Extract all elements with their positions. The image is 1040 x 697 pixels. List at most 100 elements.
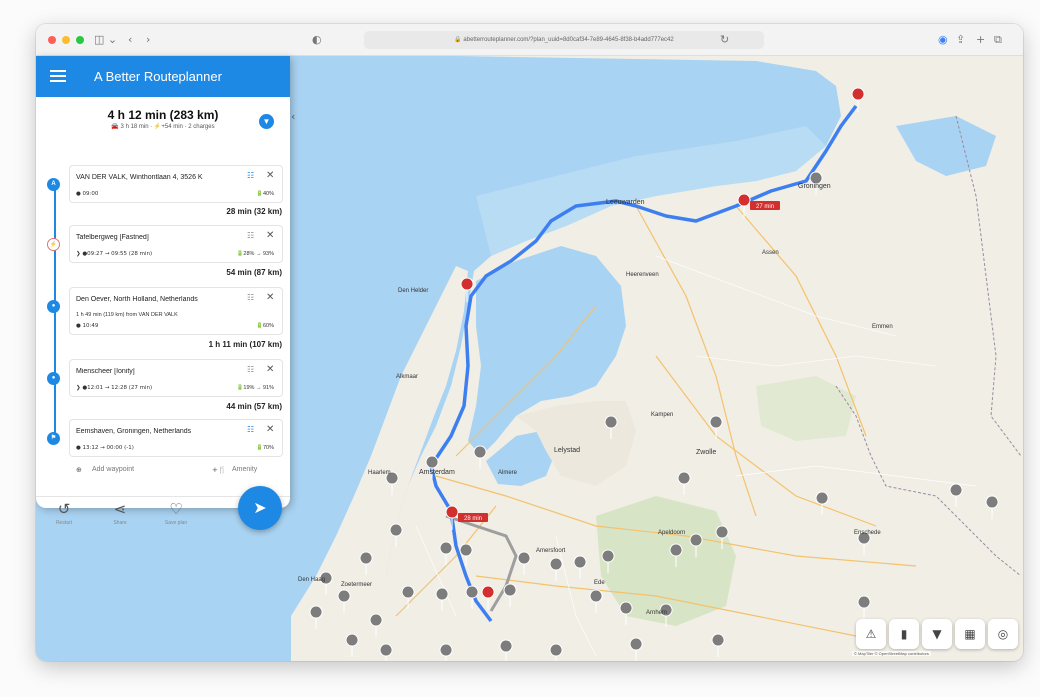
waypoint-name: Tafelbergweg [Fastned] [76,234,149,241]
minimize-window-button[interactable] [62,36,70,44]
reload-icon[interactable]: ↻ [720,31,729,49]
label-apeldoorn: Apeldoorn [658,530,685,536]
waypoint-name: Den Oever, North Holland, Netherlands [76,296,198,303]
waypoint-name: Mienscheer [Ionity] [76,368,135,375]
waypoint-time: ● 09:00 [76,191,99,197]
waypoint-marker: ● [47,372,60,385]
waypoint-card[interactable]: Den Oever, North Holland, Netherlands ☷ … [70,288,282,334]
label-den-haag: Den Haag [298,577,325,583]
charge-badge-1-text: 27 min [756,204,774,210]
waypoint-name: Eemshaven, Groningen, Netherlands [76,428,192,435]
label-leeuwarden: Leeuwarden [606,199,645,206]
layers-icon[interactable]: ▦ [955,619,985,649]
waypoint-battery: 🔋28% → 93% [236,251,274,257]
label-den-helder: Den Helder [398,288,428,294]
route-summary: 4 h 12 min (283 km) 🚘 3 h 18 min · ⚡+54 … [36,108,290,130]
warning-icon[interactable]: ⚠ [856,619,886,649]
label-assen: Assen [762,250,779,256]
close-window-button[interactable] [48,36,56,44]
edit-icon[interactable]: ☷ [247,293,254,302]
close-icon[interactable]: ✕ [266,170,274,181]
waypoint-battery: 🔋70% [256,445,274,451]
label-arnhem: Arnhem [646,610,667,616]
filter-icon[interactable]: ▼ [922,619,952,649]
save-plan-label: Save plan [164,520,188,526]
shield-icon[interactable]: ◐ [312,31,322,49]
route-settings-icon[interactable]: ▼ [259,114,274,129]
route-total: 4 h 12 min (283 km) [107,108,219,122]
restart-button[interactable]: ↺ Restart [44,500,84,526]
charger-filter-icon[interactable]: ▮ [889,619,919,649]
label-alkmaar: Alkmaar [396,374,418,380]
app-title: A Better Routeplanner [94,69,222,84]
restart-label: Restart [55,520,73,526]
collapse-panel-icon[interactable]: ‹ [291,110,295,123]
close-icon[interactable]: ✕ [266,292,274,303]
restart-icon: ↺ [57,500,71,518]
waypoint-card[interactable]: Mienscheer [Ionity] ☷ ✕ ❯ ●12:01 → 12:28… [70,360,282,396]
label-heerenveen: Heerenveen [626,272,659,278]
map-toolbar: ⚠ ▮ ▼ ▦ ◎ [856,619,1018,649]
browser-window: ◫ ⌄ ‹ › ◐ 🔒 abetterrouteplanner.com/?pla… [36,24,1023,661]
map-attribution: © MapTiler © OpenStreetMap contributors [852,651,931,656]
flag-icon: ⚑ [47,432,60,445]
hamburger-menu-icon[interactable] [50,70,66,82]
label-ede: Ede [594,580,605,586]
edit-icon[interactable]: ☷ [247,231,254,240]
waypoint-time[interactable]: ❯ ●12:01 → 12:28 (27 min) [76,385,152,391]
waypoint-card[interactable]: Eemshaven, Groningen, Netherlands ☷ ✕ ● … [70,420,282,456]
charge-badge-2-text: 28 min [464,516,482,522]
waypoint-battery: 🔋60% [256,323,274,329]
start-navigation-button[interactable]: ➤ [238,486,282,530]
route-detail: 🚘 3 h 18 min · ⚡+54 min · 2 charges [111,124,215,130]
share-icon: ⋖ [113,500,127,518]
back-icon[interactable]: ‹ [128,31,132,49]
label-haarlem: Haarlem [368,470,391,476]
browser-titlebar: ◫ ⌄ ‹ › ◐ 🔒 abetterrouteplanner.com/?pla… [36,24,1023,56]
tabs-overview-icon[interactable]: ⧉ [994,31,1002,49]
add-waypoint-button[interactable]: Add waypoint [92,466,134,473]
close-icon[interactable]: ✕ [266,364,274,375]
label-almere: Almere [498,470,518,476]
heart-icon: ♡ [169,500,183,518]
zoom-window-button[interactable] [76,36,84,44]
charger-icon: ⚡ [47,238,60,251]
leg-distance: 28 min (32 km) [226,207,282,216]
waypoint-name: VAN DER VALK, Winthontlaan 4, 3526 K [76,174,203,181]
close-icon[interactable]: ✕ [266,230,274,241]
new-tab-icon[interactable]: + [976,31,985,49]
waypoint-battery: 🔋19% → 91% [236,385,274,391]
waypoint-marker: A [47,178,60,191]
route-panel: A Better Routeplanner 4 h 12 min (283 km… [36,56,290,530]
close-icon[interactable]: ✕ [266,424,274,435]
address-bar[interactable]: 🔒 abetterrouteplanner.com/?plan_uuid=8d0… [364,31,764,49]
address-url: abetterrouteplanner.com/?plan_uuid=8d0ca… [463,37,674,43]
label-lelystad: Lelystad [554,447,580,454]
amenity-button[interactable]: Amenity [232,466,257,473]
forward-icon[interactable]: › [146,31,150,49]
save-plan-button[interactable]: ♡ Save plan [156,500,196,526]
waypoint-time: ● 13:12 → 00:00 (-1) [76,445,134,451]
waypoint-time[interactable]: ❯ ●09:27 → 09:55 (28 min) [76,251,152,257]
share-button[interactable]: ⋖ Share [100,500,140,526]
panel-header: A Better Routeplanner [36,56,290,97]
edit-icon[interactable]: ☷ [247,425,254,434]
label-kampen: Kampen [651,412,673,418]
label-zwolle: Zwolle [696,449,716,456]
sidebar-toggle-icon[interactable]: ◫ ⌄ [94,31,117,49]
locate-icon[interactable]: ◎ [988,619,1018,649]
amenity-icon: +🍴 [212,466,227,474]
share-browser-icon[interactable]: ⇪ [956,31,965,49]
waypoint-card[interactable]: VAN DER VALK, Winthontlaan 4, 3526 K ☷ ✕… [70,166,282,202]
add-location-icon: ⊕ [76,466,82,474]
edit-icon[interactable]: ☷ [247,171,254,180]
traffic-lights [48,36,84,44]
share-label: Share [113,520,127,526]
edit-icon[interactable]: ☷ [247,365,254,374]
leg-distance: 44 min (57 km) [226,402,282,411]
label-amersfoort: Amersfoort [536,548,566,554]
waypoint-card[interactable]: Tafelbergweg [Fastned] ☷ ✕ ❯ ●09:27 → 09… [70,226,282,262]
navigate-icon: ➤ [253,498,267,517]
label-emmen: Emmen [872,324,893,330]
extension-icon[interactable]: ◉ [938,31,948,49]
